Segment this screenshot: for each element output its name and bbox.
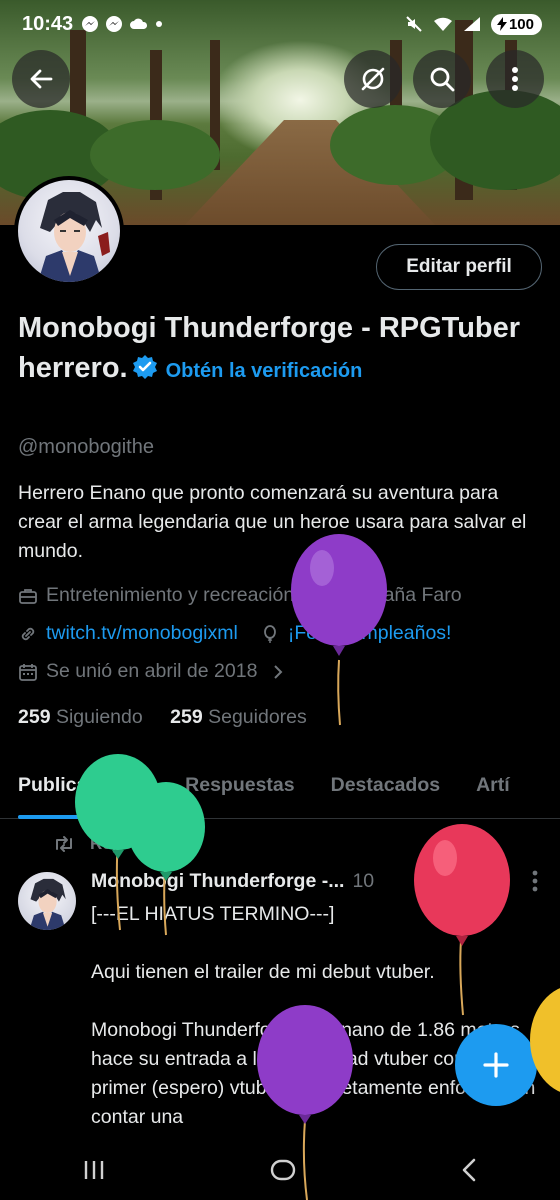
dot-icon [156,21,163,27]
system-nav-bar [0,1140,560,1200]
battery-level: 100 [508,15,534,33]
clock: 10:43 [22,12,74,35]
following-label: Siguiendo [55,706,143,728]
back-button[interactable] [12,50,70,108]
profile-meta-row: Entretenimiento y recreación Montaña Far… [18,584,462,607]
following-link[interactable]: 259 Siguiendo [18,706,143,728]
profile-name-block: Monobogi Thunderforge - RPGTuber herrero… [18,308,538,391]
signal-icon [463,17,480,31]
location-icon [315,586,330,605]
profile-tabs: Publicaciones Respuestas Destacados Artí [0,760,560,819]
messenger-icon [82,16,99,32]
back-arrow-icon [30,69,53,89]
link-icon [21,627,35,640]
avatar-image [18,180,120,282]
profile-meta-row[interactable]: Se unió en abril de 2018 [18,660,285,683]
follow-stats: 259 Siguiendo 259 Seguidores [18,706,307,729]
mute-icon [406,16,422,32]
tab-articulos[interactable]: Artí [476,760,510,818]
followers-count: 259 [170,706,203,728]
profile-handle: @monobogithe [18,436,154,458]
profile-bio: Herrero Enano que pronto comenzará su av… [18,482,527,562]
repost-indicator: Reposteaste [52,834,191,854]
status-bar: 10:43 100 [0,0,560,48]
edit-profile-button[interactable]: Editar perfil [376,244,542,290]
character-illustration [29,878,66,930]
character-illustration [38,192,110,282]
get-verified-link[interactable]: Obtén la verificación [166,360,363,382]
profile-avatar[interactable] [14,176,124,286]
banner-bush [90,120,220,190]
cloud-icon [130,18,148,29]
post-author-name[interactable]: Monobogi Thunderforge -... [91,870,344,893]
tab-publicaciones[interactable]: Publicaciones [18,760,150,819]
profile-meta-row: twitch.tv/monobogixml ¡Feliz cumpleaños! [18,622,451,645]
repost-label: Reposteaste [90,834,192,853]
recent-apps-icon[interactable] [80,1158,108,1182]
followers-link[interactable]: 259 Seguidores [170,706,307,728]
balloon-icon [263,624,276,643]
wifi-icon [433,17,452,31]
more-vertical-icon [532,870,538,892]
profile-category: Entretenimiento y recreación [46,584,295,606]
verified-badge-icon[interactable] [132,351,158,391]
profile-website-link[interactable]: twitch.tv/monobogixml [46,622,238,645]
calendar-icon [19,663,37,681]
post-time: 10 [352,870,375,892]
home-icon[interactable] [269,1156,297,1184]
more-vertical-icon [512,67,518,91]
search-button[interactable] [413,50,471,108]
more-options-button[interactable] [486,50,544,108]
back-icon[interactable] [458,1156,480,1184]
repost-icon [56,836,72,852]
birthday-link[interactable]: ¡Feliz cumpleaños! [288,622,452,645]
profile-joined-date: Se unió en abril de 2018 [46,660,258,682]
followers-label: Seguidores [208,706,307,728]
search-icon [430,67,455,92]
post-more-button[interactable] [532,870,538,897]
tab-destacados[interactable]: Destacados [331,760,440,818]
compose-button[interactable] [455,1024,537,1106]
no-sync-icon [361,67,385,91]
plus-icon [483,1052,509,1078]
no-sync-button[interactable] [344,50,402,108]
profile-location: Montaña Faro [340,584,462,606]
tab-respuestas[interactable]: Respuestas [185,760,294,818]
battery-indicator: 100 [490,13,542,35]
post-author-avatar[interactable] [18,872,76,930]
messenger-icon [106,16,123,32]
charging-icon [496,17,507,31]
briefcase-icon [19,588,37,604]
chevron-right-icon [274,664,283,679]
following-count: 259 [18,706,51,728]
post-header: Monobogi Thunderforge -... 10 [91,870,374,893]
